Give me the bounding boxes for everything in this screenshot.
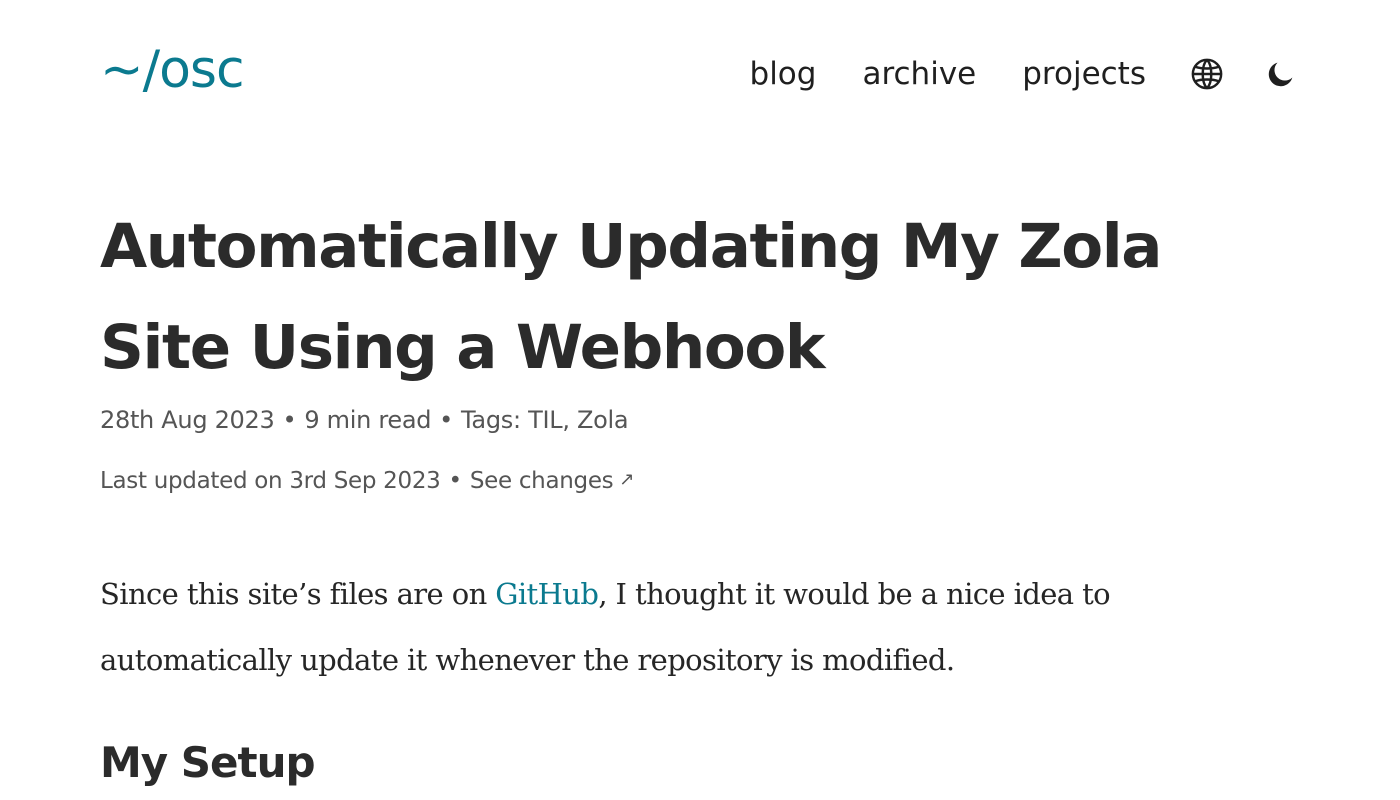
tags-label: Tags:: [461, 406, 521, 434]
read-time: 9 min read: [304, 406, 432, 434]
nav-link-blog[interactable]: blog: [750, 58, 817, 90]
meta-separator: •: [282, 406, 297, 434]
section-heading: My Setup: [100, 738, 316, 787]
post-meta: 28th Aug 2023 • 9 min read • Tags: TIL, Zola: [100, 406, 629, 434]
meta-separator: •: [448, 468, 463, 494]
post-date: 28th Aug 2023: [100, 406, 275, 434]
nav-link-projects[interactable]: projects: [1022, 58, 1146, 90]
updated-text: Last updated on 3rd Sep 2023: [100, 468, 441, 494]
main-nav: blog archive projects: [750, 55, 1300, 93]
github-link[interactable]: GitHub: [495, 577, 599, 611]
post-title: Automatically Updating My Zola Site Usin…: [100, 211, 1162, 383]
tag-link-til[interactable]: TIL: [528, 406, 563, 434]
see-changes-link[interactable]: See changes ↗: [469, 468, 635, 494]
meta-separator: •: [439, 406, 454, 434]
nav-link-archive[interactable]: archive: [862, 58, 976, 90]
external-link-icon: ↗: [619, 469, 635, 490]
intro-text-before: Since this site’s files are on: [100, 577, 496, 611]
see-changes-label: See changes: [469, 468, 614, 494]
moon-icon[interactable]: [1262, 55, 1300, 93]
tag-link-zola[interactable]: Zola: [577, 406, 629, 434]
site-header: ~/osc blog archive projects: [100, 38, 1300, 110]
last-updated: Last updated on 3rd Sep 2023 • See changes…: [100, 468, 634, 494]
globe-icon[interactable]: [1188, 55, 1226, 93]
intro-paragraph: Since this site’s files are on GitHub, I…: [100, 561, 1210, 693]
site-logo-link[interactable]: ~/osc: [100, 44, 245, 96]
